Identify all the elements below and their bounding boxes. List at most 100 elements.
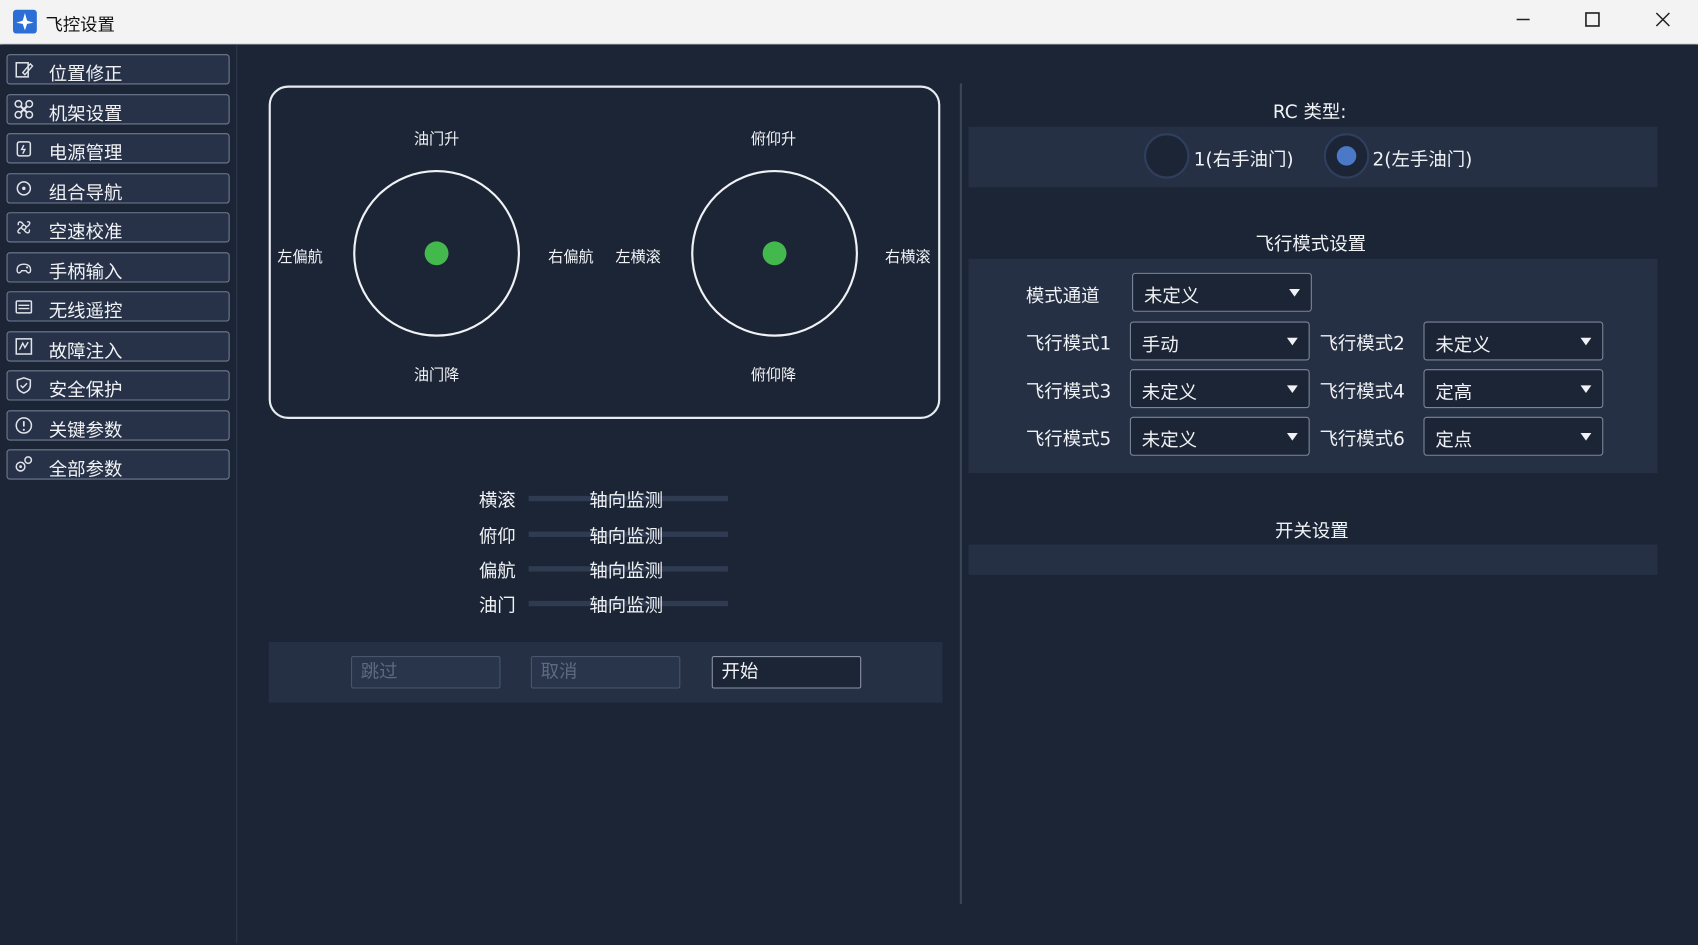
sidebar-item-safety-protection[interactable]: 安全保护 — [6, 370, 230, 402]
sidebar-item-label: 安全保护 — [48, 379, 123, 402]
rc-type-2-radio[interactable] — [1323, 133, 1370, 179]
rc-type-1-label: 1(右手油门) — [1193, 149, 1294, 172]
sidebar-item-integrated-navigation[interactable]: 组合导航 — [6, 173, 230, 205]
sidebar-item-label: 故障注入 — [48, 341, 123, 363]
select-value: 未定义 — [1141, 429, 1198, 452]
monitor-text: 轴向监测 — [589, 526, 663, 548]
select-value: 未定义 — [1143, 285, 1200, 308]
main-client: 位置修正 机架设置 电源管理 组合导航 空速校准 手柄输入 无线遥控 故障注入 … — [2, 44, 1697, 943]
rc-type-1-radio[interactable] — [1143, 133, 1190, 179]
sidebar-item-label: 机架设置 — [48, 103, 123, 126]
sidebar-item-airspeed-calibration[interactable]: 空速校准 — [6, 212, 230, 244]
drone-icon — [14, 99, 34, 119]
chevron-down-icon — [1580, 337, 1592, 346]
monitor-axis-label: 俯仰 — [478, 526, 516, 548]
rc-type-title: RC 类型: — [1272, 101, 1347, 124]
flight-mode-2-select[interactable]: 未定义 — [1423, 321, 1604, 361]
switch-settings-strip — [968, 544, 1658, 575]
remote-icon — [15, 300, 33, 314]
right-stick-dot — [762, 241, 787, 266]
chevron-down-icon — [1289, 289, 1300, 297]
flight-mode-5-label: 飞行模式5 — [1025, 428, 1112, 451]
gears-icon — [15, 456, 33, 472]
mode-channel-select[interactable]: 未定义 — [1132, 272, 1312, 312]
yaw-right-label: 右偏航 — [548, 248, 594, 267]
sidebar-item-label: 关键参数 — [48, 420, 123, 442]
sidebar-item-fault-injection[interactable]: 故障注入 — [6, 331, 230, 363]
pitch-down-label: 俯仰降 — [750, 367, 797, 385]
monitor-axis-label: 横滚 — [478, 490, 516, 513]
flight-mode-6-select[interactable]: 定点 — [1423, 416, 1604, 456]
fan-icon — [17, 221, 31, 234]
select-value: 手动 — [1141, 334, 1179, 357]
chevron-down-icon — [1286, 385, 1298, 393]
monitor-text: 轴向监测 — [589, 595, 663, 618]
sidebar-item-label: 无线遥控 — [48, 300, 123, 323]
sidebar-item-label: 组合导航 — [48, 182, 123, 205]
flight-mode-1-label: 飞行模式1 — [1025, 333, 1112, 356]
roll-left-label: 左横滚 — [615, 248, 661, 267]
power-icon — [16, 141, 32, 157]
radio-selected-indicator — [1336, 146, 1357, 166]
sidebar-item-label: 手柄输入 — [48, 261, 123, 284]
cancel-button[interactable]: 取消 — [530, 656, 681, 689]
sidebar-item-all-parameters[interactable]: 全部参数 — [6, 449, 230, 481]
monitor-row-throttle: 油门 轴向监测 — [478, 590, 739, 618]
left-stick-dot — [424, 241, 449, 266]
app-icon — [12, 9, 37, 34]
sidebar-item-label: 全部参数 — [48, 459, 123, 481]
sidebar-item-frame-settings[interactable]: 机架设置 — [6, 94, 230, 126]
mode-channel-label: 模式通道 — [1025, 285, 1100, 308]
start-button[interactable]: 开始 — [711, 656, 862, 689]
select-value: 定高 — [1435, 382, 1473, 404]
nav-icon — [16, 181, 32, 196]
flight-mode-1-select[interactable]: 手动 — [1129, 321, 1310, 361]
sidebar-item-power-management[interactable]: 电源管理 — [6, 133, 230, 165]
monitor-axis-label: 偏航 — [478, 560, 516, 583]
minimize-button[interactable] — [1501, 6, 1544, 36]
flight-mode-4-label: 飞行模式4 — [1319, 381, 1405, 403]
flight-mode-3-label: 飞行模式3 — [1025, 381, 1112, 403]
panel-divider — [959, 83, 962, 904]
flight-mode-3-select[interactable]: 未定义 — [1129, 369, 1310, 409]
monitor-row-roll: 横滚 轴向监测 — [478, 485, 739, 513]
select-value: 未定义 — [1141, 382, 1198, 404]
chevron-down-icon — [1580, 433, 1592, 441]
skip-button[interactable]: 跳过 — [350, 656, 501, 689]
calibration-actions: 跳过 取消 开始 — [268, 641, 943, 703]
rc-type-2-label: 2(左手油门) — [1372, 149, 1473, 172]
stick-panel: 油门升 左偏航 右偏航 油门降 俯仰升 左横滚 右横滚 俯仰降 — [268, 85, 941, 419]
rc-type-strip: 1(右手油门) 2(左手油门) — [968, 126, 1658, 188]
sidebar-item-joystick-input[interactable]: 手柄输入 — [6, 252, 230, 284]
select-value: 定点 — [1435, 429, 1473, 452]
chevron-down-icon — [1580, 385, 1592, 393]
sidebar-item-label: 电源管理 — [48, 142, 123, 165]
sidebar-item-wireless-remote[interactable]: 无线遥控 — [6, 291, 230, 323]
flight-mode-2-label: 飞行模式2 — [1319, 333, 1405, 356]
chevron-down-icon — [1286, 433, 1298, 441]
pitch-up-label: 俯仰升 — [750, 130, 797, 149]
sidebar: 位置修正 机架设置 电源管理 组合导航 空速校准 手柄输入 无线遥控 故障注入 … — [2, 44, 238, 943]
flight-mode-strip: 模式通道 未定义 飞行模式1 手动 飞行模式2 未定义 飞行模式3 未定义 飞行… — [968, 258, 1658, 474]
maximize-button[interactable] — [1571, 6, 1614, 36]
title-bar: 飞控设置 — [0, 0, 1698, 45]
monitor-text: 轴向监测 — [589, 490, 663, 513]
close-button[interactable] — [1641, 6, 1684, 36]
switch-settings-title: 开关设置 — [1275, 520, 1349, 543]
roll-right-label: 右横滚 — [885, 248, 931, 267]
flight-mode-title: 飞行模式设置 — [1255, 233, 1367, 256]
sidebar-item-key-parameters[interactable]: 关键参数 — [6, 410, 230, 442]
sidebar-item-label: 位置修正 — [48, 63, 123, 86]
left-stick-circle — [353, 169, 520, 337]
flight-mode-6-label: 飞行模式6 — [1319, 428, 1405, 451]
select-value: 未定义 — [1435, 334, 1491, 357]
flight-mode-4-select[interactable]: 定高 — [1423, 369, 1604, 409]
throttle-down-label: 油门降 — [413, 367, 460, 385]
flight-mode-5-select[interactable]: 未定义 — [1129, 416, 1310, 456]
sidebar-item-position-correction[interactable]: 位置修正 — [6, 54, 230, 86]
right-stick-circle — [691, 169, 858, 337]
monitor-axis-label: 油门 — [478, 595, 516, 618]
monitor-text: 轴向监测 — [589, 560, 663, 583]
fault-icon — [15, 338, 33, 355]
alert-icon — [15, 417, 33, 434]
